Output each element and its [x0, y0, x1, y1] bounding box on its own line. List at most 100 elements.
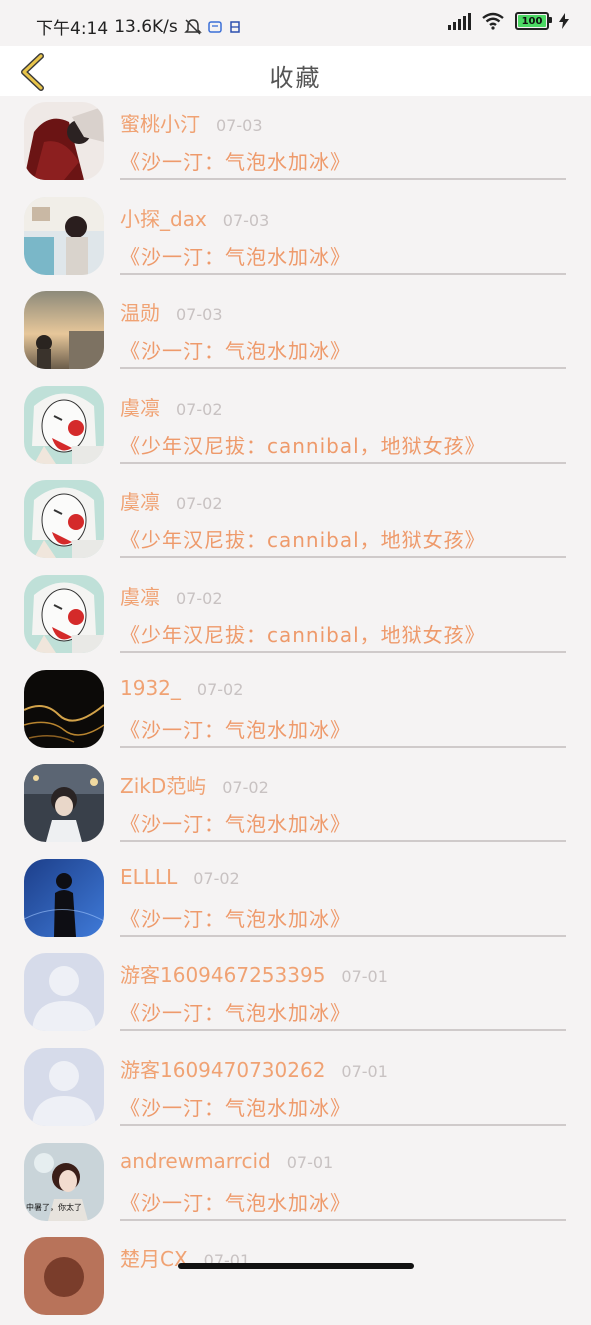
- favorite-date: 07-01: [341, 967, 388, 987]
- divider: [120, 1218, 566, 1221]
- work-title-link[interactable]: 《少年汉尼拔：cannibal，地狱女孩》: [120, 430, 486, 459]
- user-name[interactable]: 游客1609467253395: [120, 959, 325, 988]
- name-row: 蜜桃小汀 07-03: [120, 108, 263, 137]
- app-notification-icon: [208, 20, 222, 33]
- name-row: andrewmarrcid 07-01: [120, 1149, 333, 1173]
- user-name[interactable]: 虞凛: [120, 581, 160, 610]
- signal-icon: [448, 12, 471, 30]
- divider: [120, 840, 566, 843]
- favorite-list-item[interactable]: 小探_dax 07-03 《沙一汀：气泡水加冰》: [0, 191, 591, 285]
- work-title-link[interactable]: 《沙一汀：气泡水加冰》: [120, 808, 351, 837]
- avatar[interactable]: [24, 858, 104, 937]
- user-name[interactable]: andrewmarrcid: [120, 1149, 271, 1173]
- favorite-date: 07-02: [193, 868, 240, 888]
- name-row: 游客1609467253395 07-01: [120, 959, 388, 988]
- avatar[interactable]: [24, 575, 104, 653]
- favorite-date: 07-02: [176, 589, 223, 608]
- avatar[interactable]: [24, 1048, 104, 1126]
- divider: [120, 1029, 566, 1032]
- status-time: 下午4:14: [36, 19, 109, 39]
- favorite-date: 07-01: [286, 1152, 334, 1172]
- favorite-list-item[interactable]: 中暑了，你太了 andrewmarrcid 07-01 《沙一汀：气泡水加冰》: [0, 1137, 591, 1231]
- work-title-link[interactable]: 《沙一汀：气泡水加冰》: [120, 714, 351, 743]
- favorite-list-item[interactable]: 虞凛 07-02 《少年汉尼拔：cannibal，地狱女孩》: [0, 569, 591, 663]
- user-name[interactable]: 虞凛: [120, 392, 160, 421]
- battery-level: 100: [521, 15, 543, 27]
- avatar[interactable]: 中暑了，你太了: [24, 1142, 104, 1221]
- work-title-link[interactable]: 《少年汉尼拔：cannibal，地狱女孩》: [120, 619, 486, 648]
- favorite-date: 07-01: [341, 1062, 388, 1081]
- page-title: 收藏: [269, 64, 322, 92]
- favorite-date: 07-02: [176, 399, 223, 419]
- divider: [120, 934, 566, 937]
- avatar[interactable]: [24, 480, 104, 559]
- divider: [120, 461, 566, 464]
- favorite-date: 07-03: [176, 305, 223, 325]
- app-notification-icon-2: [230, 20, 240, 33]
- favorite-list-item[interactable]: 虞凛 07-02 《少年汉尼拔：cannibal，地狱女孩》: [0, 380, 591, 474]
- divider: [120, 272, 566, 275]
- favorite-date: 07-02: [196, 679, 244, 699]
- user-name[interactable]: ZikD范屿: [120, 770, 206, 799]
- user-name[interactable]: ELLLL: [120, 865, 177, 889]
- avatar[interactable]: [24, 953, 104, 1032]
- user-name[interactable]: 游客1609470730262: [120, 1054, 325, 1083]
- name-row: ZikD范屿 07-02: [120, 770, 269, 799]
- work-title-link[interactable]: 《沙一汀：气泡水加冰》: [120, 1187, 351, 1216]
- divider: [120, 745, 566, 748]
- favorite-list-item[interactable]: 游客1609467253395 07-01 《沙一汀：气泡水加冰》: [0, 947, 591, 1041]
- favorite-list-item[interactable]: ZikD范屿 07-02 《沙一汀：气泡水加冰》: [0, 758, 591, 852]
- favorite-date: 07-03: [222, 210, 270, 230]
- work-title-link[interactable]: 《沙一汀：气泡水加冰》: [120, 997, 351, 1026]
- name-row: 虞凛 07-02: [120, 486, 223, 515]
- user-name[interactable]: 温勋: [120, 297, 160, 326]
- user-name[interactable]: 1932_: [120, 676, 181, 700]
- favorite-list-item[interactable]: 温勋 07-03 《沙一汀：气泡水加冰》: [0, 285, 591, 379]
- favorite-list-item[interactable]: 游客1609470730262 07-01 《沙一汀：气泡水加冰》: [0, 1042, 591, 1136]
- name-row: 游客1609470730262 07-01: [120, 1054, 388, 1083]
- work-title-link[interactable]: 《沙一汀：气泡水加冰》: [120, 1092, 351, 1121]
- wifi-icon: [482, 12, 504, 30]
- favorite-date: 07-02: [176, 494, 223, 514]
- work-title-link[interactable]: 《少年汉尼拔：cannibal，地狱女孩》: [120, 524, 486, 553]
- app-header: 收藏: [0, 46, 591, 96]
- avatar[interactable]: [24, 196, 104, 275]
- name-row: 1932_ 07-02: [120, 676, 243, 700]
- work-title-link[interactable]: 《沙一汀：气泡水加冰》: [120, 335, 351, 364]
- mute-bell-icon: [183, 18, 202, 35]
- name-row: ELLLL 07-02: [120, 865, 240, 889]
- home-indicator[interactable]: [178, 1263, 414, 1269]
- favorite-list-item[interactable]: 虞凛 07-02 《少年汉尼拔：cannibal，地狱女孩》: [0, 474, 591, 568]
- avatar[interactable]: [24, 102, 104, 180]
- favorite-date: 07-03: [216, 116, 263, 135]
- divider: [120, 367, 566, 370]
- avatar[interactable]: [24, 291, 104, 370]
- favorite-list-item[interactable]: 蜜桃小汀 07-03 《沙一汀：气泡水加冰》: [0, 96, 591, 190]
- avatar[interactable]: [24, 669, 104, 748]
- divider: [120, 556, 566, 559]
- user-name[interactable]: 蜜桃小汀: [120, 108, 200, 137]
- user-name[interactable]: 小探_dax: [120, 203, 207, 232]
- work-title-link[interactable]: 《沙一汀：气泡水加冰》: [120, 241, 351, 270]
- work-title-link[interactable]: 《沙一汀：气泡水加冰》: [120, 146, 351, 175]
- user-name[interactable]: 楚月CX: [120, 1243, 188, 1272]
- battery-icon: 100: [515, 12, 552, 30]
- favorite-date: 07-02: [222, 778, 269, 798]
- avatar[interactable]: [24, 385, 104, 464]
- favorite-list-item[interactable]: ELLLL 07-02 《沙一汀：气泡水加冰》: [0, 853, 591, 947]
- favorite-list-item[interactable]: 1932_ 07-02 《沙一汀：气泡水加冰》: [0, 664, 591, 758]
- avatar-caption: 中暑了，你太了: [26, 1202, 82, 1212]
- divider: [120, 1124, 566, 1126]
- avatar[interactable]: [24, 1237, 104, 1316]
- name-row: 虞凛 07-02: [120, 581, 223, 610]
- divider: [120, 651, 566, 653]
- avatar[interactable]: [24, 764, 104, 843]
- user-name[interactable]: 虞凛: [120, 486, 160, 515]
- charging-icon: [559, 13, 569, 29]
- work-title-link[interactable]: 《沙一汀：气泡水加冰》: [120, 903, 351, 932]
- divider: [120, 178, 566, 180]
- status-bar: 下午4:14 13.6K/s 100: [0, 0, 591, 46]
- network-speed: 13.6K/s: [114, 16, 178, 37]
- name-row: 温勋 07-03: [120, 297, 223, 326]
- favorite-list-item[interactable]: 楚月CX 07-01: [0, 1231, 591, 1325]
